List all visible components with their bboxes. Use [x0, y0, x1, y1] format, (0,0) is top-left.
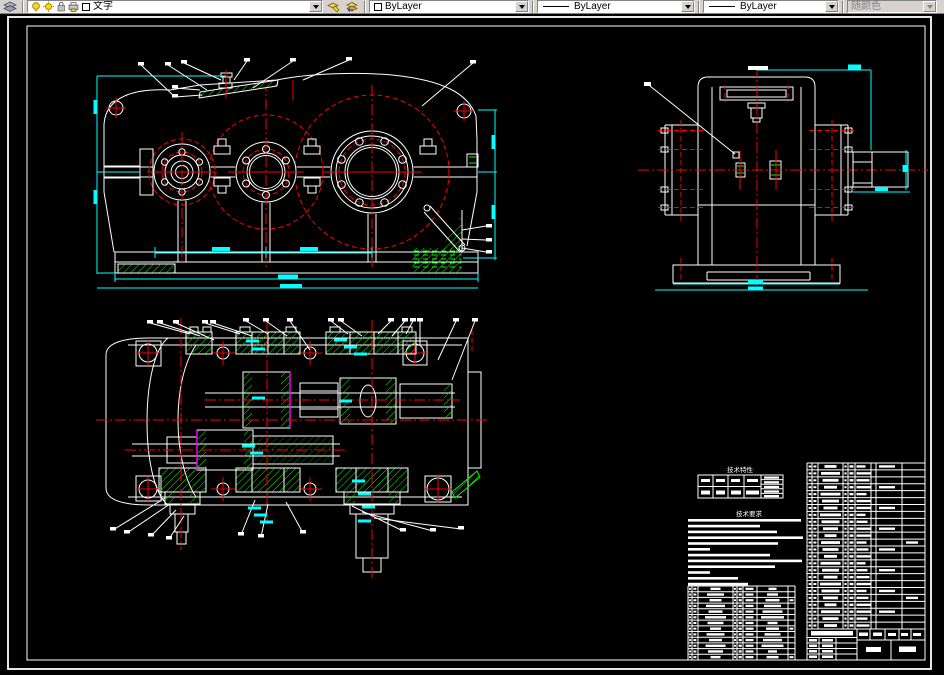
current-linetype-value: ByLayer	[574, 0, 611, 12]
gearbox-side-view	[638, 64, 928, 291]
current-color-value: ByLayer	[385, 0, 422, 12]
current-color-swatch	[374, 2, 382, 11]
parts-list-table	[806, 462, 926, 630]
layers-properties-toolbar: 文字 ByLayer ByLayer ByLayer 随颜色	[0, 0, 944, 14]
tech-spec-title: 技术特性	[727, 465, 754, 474]
color-control-combobox[interactable]: ByLayer	[369, 0, 529, 13]
lineweight-sample	[709, 6, 735, 7]
lineweight-combo-dropdown-arrow[interactable]	[825, 1, 838, 12]
layer-control-combobox[interactable]: 文字	[27, 0, 323, 13]
layer-previous-button[interactable]	[342, 0, 361, 13]
current-plot-style-value: 随颜色	[851, 0, 881, 12]
inspection-cover	[198, 70, 294, 100]
make-object-layer-current-button[interactable]	[323, 0, 342, 13]
linetype-combo-dropdown-arrow[interactable]	[681, 1, 694, 12]
model-space-canvas[interactable]: 技术特性 技术要求	[0, 14, 944, 675]
linetype-sample	[543, 6, 569, 7]
toolbar-separator	[842, 0, 844, 13]
sun-icon[interactable]	[43, 1, 54, 12]
current-layer-name: 文字	[93, 0, 113, 12]
secondary-parts-table	[687, 585, 796, 661]
toolbar-separator	[532, 0, 534, 13]
plot-style-dropdown-arrow	[923, 1, 936, 12]
plot-style-control-combobox: 随颜色	[847, 0, 937, 13]
printer-icon[interactable]	[68, 1, 79, 12]
toolbar-separator	[698, 0, 700, 13]
layer-color-swatch	[82, 2, 90, 11]
layer-previous-icon	[345, 1, 358, 12]
tech-requirements-block: 技术要求	[688, 509, 803, 586]
layers-stack-icon	[2, 1, 17, 12]
tech-spec-table: 技术特性	[697, 465, 784, 499]
drawing-canvas-svg: 技术特性 技术要求	[7, 16, 932, 670]
current-lineweight-value: ByLayer	[740, 0, 777, 12]
lock-icon[interactable]	[56, 1, 66, 12]
tech-req-title: 技术要求	[736, 509, 763, 518]
lineweight-control-combobox[interactable]: ByLayer	[703, 0, 839, 13]
cad-application-window: 文字 ByLayer ByLayer ByLayer 随颜色 技术特性 技术要求	[0, 0, 944, 675]
layer-combo-dropdown-arrow[interactable]	[309, 1, 322, 12]
gearbox-plan-section-view	[96, 318, 490, 578]
bulb-icon[interactable]	[31, 1, 41, 12]
oil-level-gauge	[423, 204, 466, 252]
gearbox-front-view	[93, 70, 497, 289]
linetype-control-combobox[interactable]: ByLayer	[537, 0, 695, 13]
shaft-stubs	[174, 513, 389, 573]
toolbar-separator	[364, 0, 366, 13]
color-combo-dropdown-arrow[interactable]	[515, 1, 528, 12]
leaders-and-dim-text	[110, 57, 492, 540]
layer-manager-button[interactable]	[0, 0, 19, 13]
make-object-layer-current-icon	[326, 2, 339, 12]
toolbar-separator	[22, 0, 24, 13]
title-block	[806, 628, 926, 661]
